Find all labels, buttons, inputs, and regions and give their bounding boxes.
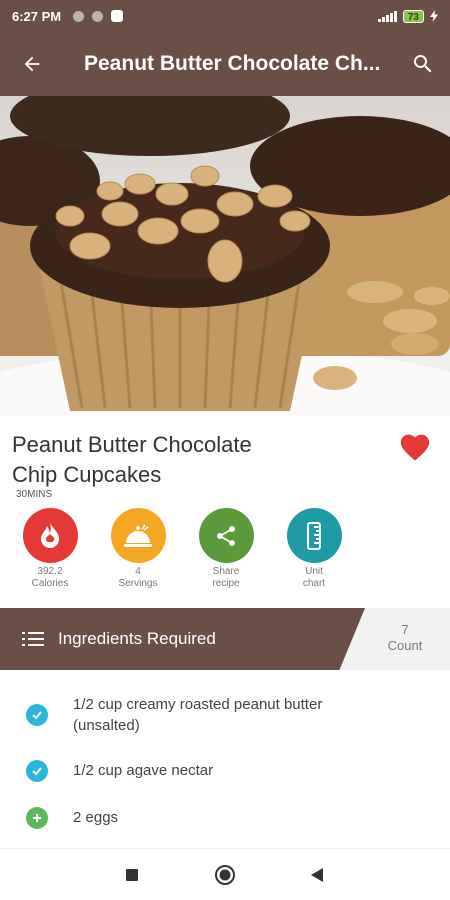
calories-label: Calories (31, 578, 69, 589)
share-label1: Share (212, 566, 240, 577)
ingredient-line1: 1/2 cup creamy roasted peanut butter (73, 696, 323, 713)
back-button[interactable] (0, 32, 64, 96)
share-recipe-button[interactable]: Share recipe (186, 508, 266, 590)
recipe-photo (0, 96, 450, 416)
recents-button[interactable] (120, 863, 144, 887)
list-icon (22, 632, 44, 646)
share-circle (198, 508, 254, 563)
notification-dot-icon (92, 10, 104, 22)
recipe-title: Peanut Butter Chocolate Chip Cupcakes (12, 430, 352, 490)
ingredients-header: Ingredients Required 7 Count (0, 608, 450, 670)
share-icon (217, 525, 235, 546)
search-icon (414, 55, 432, 73)
calories-value: 392.2 (37, 566, 63, 577)
serving-tray-icon (124, 524, 152, 547)
unit-label2: chart (302, 578, 326, 589)
recipe-actions: 392.2 Calories 4 Servings Share recipe U… (0, 508, 450, 598)
add-icon[interactable] (26, 807, 48, 829)
heart-icon (400, 434, 430, 461)
home-circle-icon (215, 865, 235, 885)
battery-level: 73 (402, 9, 424, 23)
unit-chart-circle (286, 508, 342, 563)
signal-icon (377, 10, 397, 22)
status-time: 6:27 PM (12, 8, 62, 24)
system-nav-bar (0, 848, 450, 900)
favorite-button[interactable] (398, 430, 432, 462)
ingredients-title-bar: Ingredients Required (0, 608, 365, 670)
charging-icon (430, 10, 438, 22)
servings-label: Servings (118, 578, 158, 589)
ingredient-text: 1/2 cup agave nectar (73, 762, 214, 779)
back-nav-button[interactable] (305, 863, 329, 887)
calories-circle (22, 508, 78, 563)
arrow-left-icon (24, 56, 40, 72)
servings-circle (110, 508, 166, 563)
ingredients-title: Ingredients Required (58, 629, 216, 648)
notification-dot-icon (73, 10, 85, 22)
status-bar: 6:27 PM 73 (0, 0, 450, 32)
square-icon (126, 869, 138, 881)
notification-app-icon (111, 10, 124, 22)
search-button[interactable] (396, 32, 450, 96)
recipe-title-line2: Chip Cupcakes (12, 462, 162, 487)
share-label2: recipe (212, 578, 240, 589)
ingredients-count: 7 Count (360, 608, 450, 670)
ingredient-line2: (unsalted) (73, 717, 140, 734)
ingredient-text: 1/2 cup creamy roasted peanut butter (un… (73, 694, 413, 736)
unit-chart-button[interactable]: Unit chart (274, 508, 354, 590)
ingredients-count-label: Count (387, 638, 423, 653)
servings-value: 4 (135, 566, 141, 577)
checked-icon[interactable] (26, 704, 48, 726)
ingredient-text: 2 eggs (73, 809, 119, 826)
unit-label1: Unit (305, 566, 323, 577)
checked-icon[interactable] (26, 760, 48, 782)
calories-item[interactable]: 392.2 Calories (10, 508, 90, 590)
cook-time: 30MINS (16, 489, 53, 500)
home-button[interactable] (213, 863, 237, 887)
recipe-title-line1: Peanut Butter Chocolate (12, 432, 252, 457)
triangle-back-icon (311, 868, 323, 882)
servings-item[interactable]: 4 Servings (98, 508, 178, 590)
flame-icon (41, 521, 59, 548)
ingredients-count-value: 7 (401, 622, 409, 637)
ruler-icon (307, 521, 321, 550)
app-bar: Peanut Butter Chocolate Ch... (0, 32, 450, 96)
page-title: Peanut Butter Chocolate Ch... (84, 52, 381, 75)
